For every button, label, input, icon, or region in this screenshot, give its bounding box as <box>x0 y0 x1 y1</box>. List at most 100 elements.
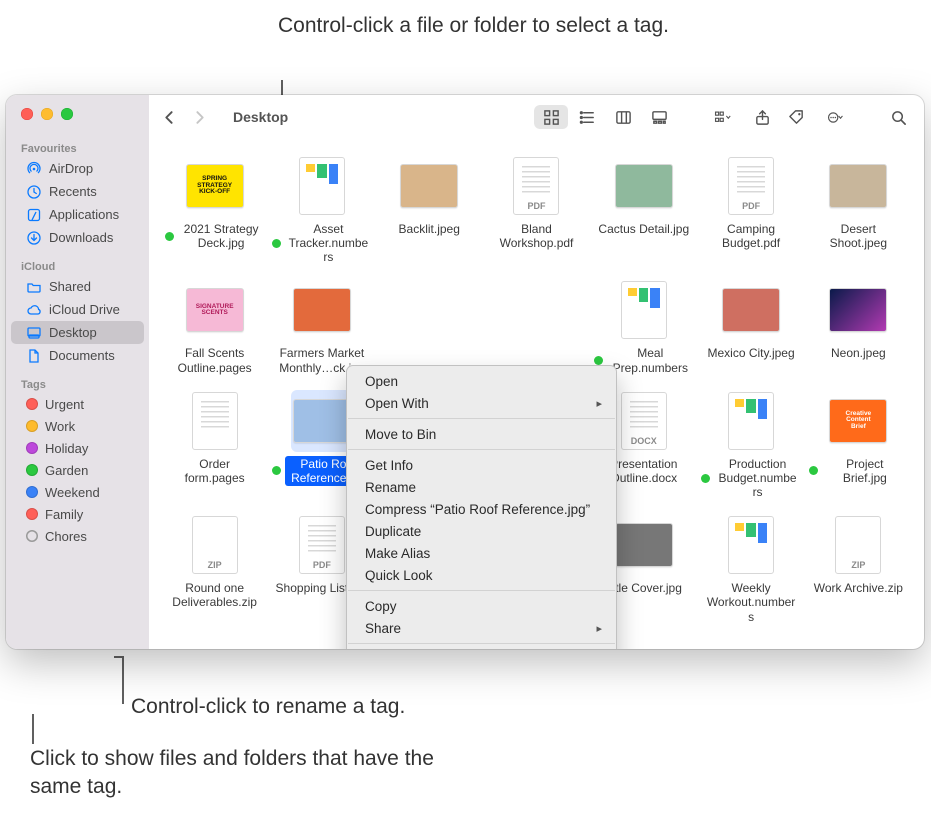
sidebar-item[interactable]: iCloud Drive <box>11 298 144 321</box>
sidebar-item[interactable]: Recents <box>11 180 144 203</box>
sidebar-item[interactable]: Downloads <box>11 226 144 249</box>
leader-mid-h <box>114 656 124 658</box>
file-item[interactable]: SIGNATURESCENTSFall Scents Outline.pages <box>161 277 268 377</box>
group-by-button[interactable] <box>702 104 742 130</box>
close-icon[interactable] <box>21 108 33 120</box>
file-label: Order form.pages <box>165 456 264 486</box>
file-item[interactable]: Production Budget.numbers <box>697 388 804 502</box>
context-menu-item[interactable]: Move to Bin <box>351 423 612 445</box>
context-menu-item-label: Move to Bin <box>365 427 436 442</box>
file-label: Production Budget.numbers <box>714 456 800 500</box>
sidebar-tag-item[interactable]: Holiday <box>11 437 144 459</box>
file-thumbnail <box>184 390 246 452</box>
minimize-icon[interactable] <box>41 108 53 120</box>
sidebar-tag-item[interactable]: Urgent <box>11 393 144 415</box>
zoom-icon[interactable] <box>61 108 73 120</box>
view-column-button[interactable] <box>606 105 640 129</box>
finder-window: FavouritesAirDropRecentsApplicationsDown… <box>6 95 924 649</box>
sidebar-item-label: Weekend <box>45 485 100 500</box>
sidebar-tag-item[interactable]: Work <box>11 415 144 437</box>
file-item[interactable]: Farmers Market Monthly…ck.jpg <box>268 277 375 377</box>
context-menu-item-label: Get Info <box>365 458 413 473</box>
context-menu-item[interactable]: Duplicate <box>351 520 612 542</box>
sidebar-tag-item[interactable]: Weekend <box>11 481 144 503</box>
file-item[interactable]: ZIPRound one Deliverables.zip <box>161 512 268 626</box>
file-item[interactable]: PDFBland Workshop.pdf <box>483 153 590 267</box>
file-label: Fall Scents Outline.pages <box>165 345 264 375</box>
file-item[interactable]: Meal Prep.numbers <box>590 277 697 377</box>
file-item[interactable]: CreativeContentBriefProject Brief.jpg <box>805 388 912 502</box>
file-item[interactable]: Neon.jpeg <box>805 277 912 377</box>
context-menu-item[interactable]: Share▸ <box>351 617 612 639</box>
back-button[interactable] <box>155 104 183 130</box>
file-tag-dot <box>272 466 281 475</box>
sidebar-item-label: iCloud Drive <box>49 302 120 317</box>
file-item[interactable]: PDFCamping Budget.pdf <box>697 153 804 267</box>
context-menu-item-label: Rename <box>365 480 416 495</box>
context-menu-item[interactable]: Make Alias <box>351 542 612 564</box>
context-menu-item[interactable]: Quick Look <box>351 564 612 586</box>
file-label: Mexico City.jpeg <box>704 345 797 361</box>
file-label: Asset Tracker.numbers <box>285 221 371 265</box>
tag-button[interactable] <box>782 104 810 130</box>
sidebar-tag-item[interactable]: Chores <box>11 525 144 547</box>
view-icon-button[interactable] <box>534 105 568 129</box>
leader-bottom <box>32 714 34 744</box>
file-tag-dot <box>594 356 603 365</box>
file-item[interactable]: Order form.pages <box>161 388 268 502</box>
sidebar-item-label: Recents <box>49 184 97 199</box>
file-item[interactable]: SPRINGSTRATEGYKICK-OFF2021 Strategy Deck… <box>161 153 268 267</box>
file-item[interactable]: Cactus Detail.jpg <box>590 153 697 267</box>
sidebar-item-label: Work <box>45 419 75 434</box>
file-item[interactable]: Backlit.jpeg <box>376 153 483 267</box>
context-menu-item-label: Quick Look <box>365 568 433 583</box>
tag-color-dot <box>26 486 38 498</box>
sidebar-tag-item[interactable]: Family <box>11 503 144 525</box>
sidebar-item-label: Applications <box>49 207 119 222</box>
file-label: Backlit.jpeg <box>396 221 463 237</box>
file-thumbnail <box>827 279 889 341</box>
action-button[interactable] <box>816 104 854 130</box>
menu-separator <box>348 590 615 591</box>
context-menu-item-label: Open With <box>365 396 429 411</box>
callout-mid: Control-click to rename a tag. <box>131 693 405 721</box>
file-item[interactable]: Asset Tracker.numbers <box>268 153 375 267</box>
file-thumbnail <box>720 390 782 452</box>
sidebar-item[interactable]: Documents <box>11 344 144 367</box>
tag-color-dot <box>26 530 38 542</box>
file-label: Desert Shoot.jpeg <box>809 221 908 251</box>
sidebar-item-label: Desktop <box>49 325 97 340</box>
share-button[interactable] <box>748 104 776 130</box>
sidebar-item[interactable]: Desktop <box>11 321 144 344</box>
file-item[interactable]: Weekly Workout.numbers <box>697 512 804 626</box>
sidebar-item[interactable]: AirDrop <box>11 157 144 180</box>
file-item[interactable]: Mexico City.jpeg <box>697 277 804 377</box>
context-menu-item[interactable]: Rename <box>351 476 612 498</box>
search-button[interactable] <box>884 104 912 130</box>
sidebar-item-label: Urgent <box>45 397 84 412</box>
sidebar-tag-item[interactable]: Garden <box>11 459 144 481</box>
context-menu-item[interactable]: Get Info <box>351 454 612 476</box>
context-menu-item-label: Open <box>365 374 398 389</box>
file-thumbnail: CreativeContentBrief <box>827 390 889 452</box>
file-item[interactable]: ZIPWork Archive.zip <box>805 512 912 626</box>
sidebar-item-label: Chores <box>45 529 87 544</box>
context-menu-item[interactable]: Open <box>351 370 612 392</box>
sidebar-item[interactable]: Shared <box>11 275 144 298</box>
context-menu-item-label: Duplicate <box>365 524 421 539</box>
sidebar-item[interactable]: Applications <box>11 203 144 226</box>
file-label: Cactus Detail.jpg <box>595 221 692 237</box>
file-tag-dot <box>165 232 174 241</box>
sidebar-item-label: Documents <box>49 348 115 363</box>
forward-button[interactable] <box>185 104 213 130</box>
context-menu-item[interactable]: Compress “Patio Roof Reference.jpg” <box>351 498 612 520</box>
file-thumbnail <box>398 155 460 217</box>
file-thumbnail: SPRINGSTRATEGYKICK-OFF <box>184 155 246 217</box>
context-menu-item[interactable]: Copy <box>351 595 612 617</box>
file-thumbnail <box>720 279 782 341</box>
file-item[interactable]: Desert Shoot.jpeg <box>805 153 912 267</box>
view-mode-segmented <box>534 105 676 129</box>
view-list-button[interactable] <box>570 105 604 129</box>
view-gallery-button[interactable] <box>642 105 676 129</box>
context-menu-item[interactable]: Open With▸ <box>351 392 612 414</box>
